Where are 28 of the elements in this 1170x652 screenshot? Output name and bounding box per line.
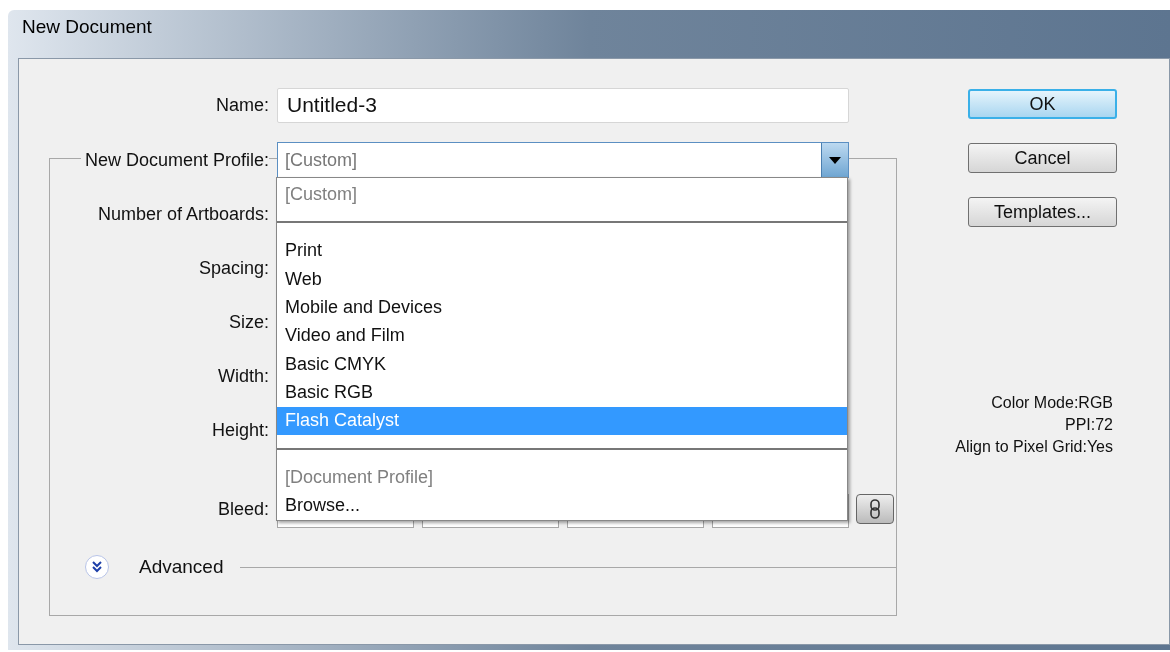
dialog-button[interactable]: Templates... bbox=[968, 197, 1117, 227]
field-label: Height: bbox=[210, 418, 269, 442]
section-label: Advanced bbox=[139, 554, 224, 579]
expand-button[interactable] bbox=[85, 555, 109, 579]
chain-link-icon bbox=[870, 499, 880, 519]
dialog-button[interactable]: Cancel bbox=[968, 143, 1117, 173]
dialog-button[interactable]: OK bbox=[968, 89, 1117, 119]
dropdown-option[interactable]: Print bbox=[277, 236, 847, 265]
info-text: PPI:72 bbox=[1064, 415, 1113, 435]
dropdown-option[interactable]: Mobile and Devices bbox=[277, 293, 847, 322]
field-label: Width: bbox=[217, 364, 269, 388]
dropdown-option[interactable]: Web bbox=[277, 265, 847, 294]
field-label: Number of Artboards: bbox=[96, 202, 269, 226]
dropdown-option[interactable]: Browse... bbox=[277, 491, 847, 520]
field-label: Spacing: bbox=[197, 256, 269, 280]
dropdown-option[interactable]: Video and Film bbox=[277, 321, 847, 350]
name-field[interactable]: Untitled-3 bbox=[277, 87, 849, 123]
info-text: Align to Pixel Grid:Yes bbox=[955, 437, 1113, 457]
link-button[interactable] bbox=[856, 494, 894, 524]
info-text: Color Mode:RGB bbox=[991, 393, 1113, 413]
dropdown-option[interactable]: Basic CMYK bbox=[277, 349, 847, 379]
field-label: Bleed: bbox=[216, 497, 269, 521]
window-title: New Document bbox=[22, 15, 152, 40]
field-label: Size: bbox=[227, 310, 269, 334]
double-chevron-down-icon bbox=[91, 561, 103, 573]
field-label: Name: bbox=[215, 93, 269, 117]
dropdown-option[interactable]: Basic RGB bbox=[277, 378, 847, 407]
profile-dropdown[interactable]: [Custom] bbox=[277, 142, 849, 178]
